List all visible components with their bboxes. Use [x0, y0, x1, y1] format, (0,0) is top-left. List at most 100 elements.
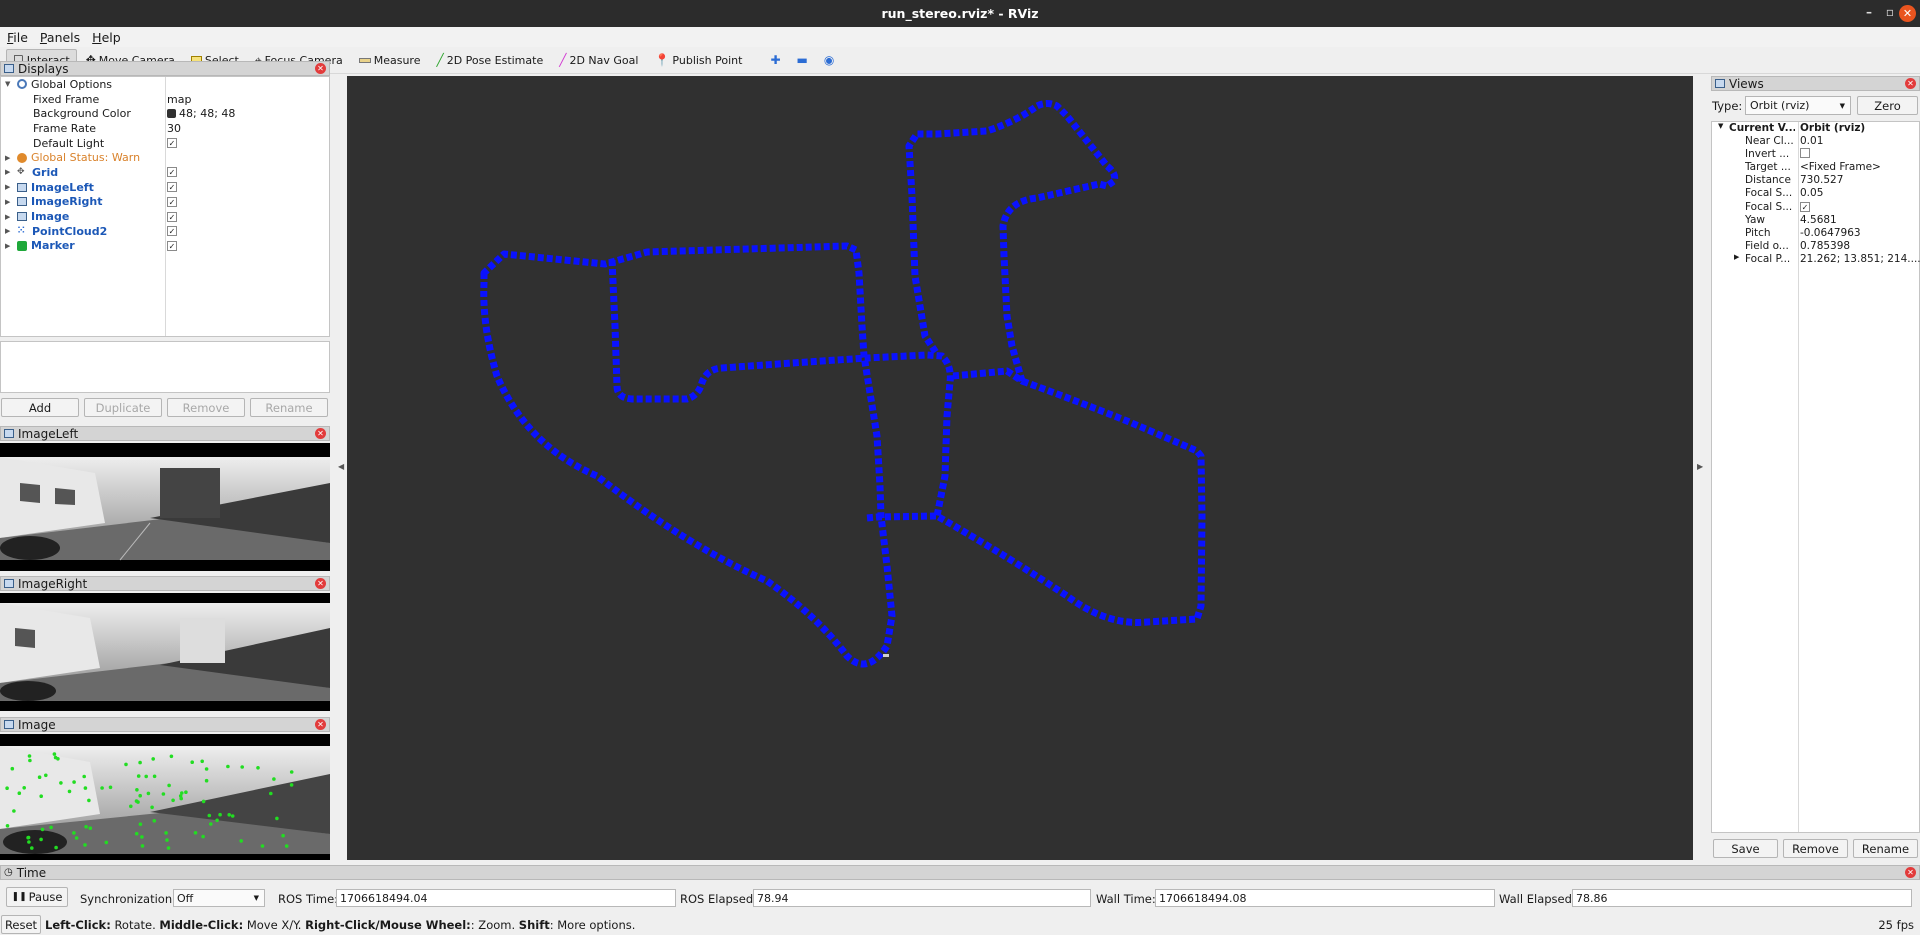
frame-rate-value[interactable]: 30	[167, 122, 181, 135]
camera-type-button[interactable]: ◉	[817, 49, 841, 71]
rename-view-button[interactable]: Rename	[1853, 839, 1918, 858]
focal-size-value[interactable]: 0.05	[1800, 187, 1920, 199]
remove-tool-button[interactable]: ▬	[790, 49, 815, 71]
focal-shape-checkbox[interactable]: ✓	[1800, 201, 1810, 212]
close-panel-icon[interactable]: ✕	[1905, 867, 1916, 878]
tool-measure[interactable]: Measure	[352, 49, 428, 71]
view-prop-row[interactable]: ▶ Focal P... 21.262; 13.851; 214....	[1712, 253, 1920, 266]
imageleft-header[interactable]: ImageLeft ✕	[0, 426, 330, 441]
time-header[interactable]: ◷ Time ✕	[0, 865, 1920, 880]
field-of-view-value[interactable]: 0.785398	[1800, 240, 1920, 252]
background-color-value[interactable]: 48; 48; 48	[179, 107, 235, 120]
duplicate-button[interactable]: Duplicate	[84, 398, 162, 417]
tree-row-pointcloud2[interactable]: ▶ ⁙ PointCloud2 ✓	[1, 224, 329, 239]
invert-checkbox[interactable]	[1800, 148, 1810, 159]
close-panel-icon[interactable]: ✕	[315, 63, 326, 74]
view-prop-row[interactable]: Field o... 0.785398	[1712, 240, 1919, 253]
view-prop-row[interactable]: Invert ...	[1712, 148, 1919, 161]
tree-row-marker[interactable]: ▶ Marker ✓	[1, 239, 329, 254]
close-icon[interactable]: ✕	[1899, 5, 1916, 22]
remove-button[interactable]: Remove	[167, 398, 245, 417]
image-checkbox[interactable]: ✓	[167, 211, 177, 222]
view-prop-row[interactable]: Yaw 4.5681	[1712, 214, 1919, 227]
views-header[interactable]: Views ✕	[1711, 76, 1920, 91]
tree-row-frame-rate[interactable]: Frame Rate 30	[1, 121, 329, 136]
tool-2d-pose-estimate[interactable]: ╱ 2D Pose Estimate	[429, 49, 550, 71]
imageright-checkbox[interactable]: ✓	[167, 196, 177, 207]
displays-header[interactable]: Displays ✕	[0, 61, 330, 76]
imageleft-checkbox[interactable]: ✓	[167, 182, 177, 193]
tree-row-fixed-frame[interactable]: Fixed Frame map	[1, 92, 329, 107]
wall-elapsed-label: Wall Elapsed:	[1499, 892, 1576, 906]
fixed-frame-value[interactable]: map	[167, 93, 191, 106]
feature-point	[67, 789, 72, 794]
view-prop-row[interactable]: Distance 730.527	[1712, 174, 1919, 187]
render-viewport[interactable]	[347, 76, 1693, 860]
ros-elapsed-field[interactable]: 78.94	[753, 889, 1091, 907]
sync-select[interactable]: Off ▼	[173, 889, 265, 907]
add-button[interactable]: Add	[1, 398, 79, 417]
left-dock-handle[interactable]: ◀	[338, 462, 344, 471]
add-tool-button[interactable]: ✚	[763, 49, 787, 71]
view-prop-row[interactable]: Target ... <Fixed Frame>	[1712, 161, 1919, 174]
remove-view-button[interactable]: Remove	[1783, 839, 1848, 858]
feature-point	[49, 825, 53, 830]
right-dock-handle[interactable]: ▶	[1697, 462, 1703, 471]
tree-row-imageleft[interactable]: ▶ ImageLeft ✓	[1, 180, 329, 195]
image-header[interactable]: Image ✕	[0, 717, 330, 732]
save-view-button[interactable]: Save	[1713, 839, 1778, 858]
default-light-checkbox[interactable]: ✓	[167, 138, 177, 149]
color-swatch[interactable]	[167, 109, 176, 119]
view-prop-row[interactable]: Focal S... 0.05	[1712, 187, 1919, 200]
pointcloud2-checkbox[interactable]: ✓	[167, 226, 177, 237]
view-prop-row[interactable]: Near Cl... 0.01	[1712, 135, 1919, 148]
tree-row-grid[interactable]: ▶ ✥ Grid ✓	[1, 165, 329, 180]
menu-panels[interactable]: Panels	[40, 30, 80, 45]
zero-button[interactable]: Zero	[1857, 96, 1918, 115]
focal-point-value[interactable]: 21.262; 13.851; 214....	[1800, 253, 1920, 265]
wall-time-field[interactable]: 1706618494.08	[1155, 889, 1495, 907]
close-panel-icon[interactable]: ✕	[315, 428, 326, 439]
tree-row-background-color[interactable]: Background Color 48; 48; 48	[1, 106, 329, 121]
pitch-value[interactable]: -0.0647963	[1800, 227, 1920, 239]
rename-button[interactable]: Rename	[250, 398, 328, 417]
tree-row-image[interactable]: ▶ Image ✓	[1, 209, 329, 224]
target-frame-value[interactable]: <Fixed Frame>	[1800, 161, 1920, 173]
feature-point	[39, 794, 44, 799]
ros-time-field[interactable]: 1706618494.04	[336, 889, 676, 907]
marker-checkbox[interactable]: ✓	[167, 240, 177, 251]
menu-help[interactable]: Help	[92, 30, 121, 45]
imageright-header[interactable]: ImageRight ✕	[0, 576, 330, 591]
current-view-row[interactable]: ▼ Current V... Orbit (rviz)	[1712, 122, 1919, 135]
view-prop-row[interactable]: Pitch -0.0647963	[1712, 227, 1919, 240]
tree-row-imageright[interactable]: ▶ ImageRight ✓	[1, 195, 329, 210]
close-panel-icon[interactable]: ✕	[315, 719, 326, 730]
feature-point	[88, 826, 93, 830]
feature-point	[138, 760, 142, 765]
feature-point	[135, 788, 139, 792]
distance-value[interactable]: 730.527	[1800, 174, 1920, 186]
grid-checkbox[interactable]: ✓	[167, 167, 177, 178]
tree-row-global-options[interactable]: ▼ Global Options	[1, 77, 329, 92]
close-panel-icon[interactable]: ✕	[315, 578, 326, 589]
wall-elapsed-field[interactable]: 78.86	[1572, 889, 1912, 907]
reset-button[interactable]: Reset	[1, 915, 41, 934]
view-type-select[interactable]: Orbit (rviz) ▼	[1745, 96, 1851, 115]
imageright-title: ImageRight	[18, 576, 88, 591]
yaw-value[interactable]: 4.5681	[1800, 214, 1920, 226]
feature-point	[167, 783, 171, 788]
pause-button[interactable]: ❚❚ Pause	[6, 887, 68, 907]
tree-row-global-status[interactable]: ▶ Global Status: Warn	[1, 150, 329, 165]
maximize-icon[interactable]: ▫	[1886, 5, 1894, 19]
tool-2d-nav-goal[interactable]: ╱ 2D Nav Goal	[552, 49, 645, 71]
image-icon	[17, 182, 27, 192]
feature-point	[269, 791, 273, 796]
minimize-icon[interactable]: –	[1866, 5, 1872, 19]
near-clip-value[interactable]: 0.01	[1800, 135, 1920, 147]
menu-file[interactable]: File	[7, 30, 28, 45]
tree-row-default-light[interactable]: Default Light ✓	[1, 136, 329, 151]
close-panel-icon[interactable]: ✕	[1905, 78, 1916, 89]
view-prop-row[interactable]: Focal S... ✓	[1712, 201, 1919, 214]
feature-point	[39, 837, 43, 842]
tool-publish-point[interactable]: 📍 Publish Point	[647, 49, 749, 71]
